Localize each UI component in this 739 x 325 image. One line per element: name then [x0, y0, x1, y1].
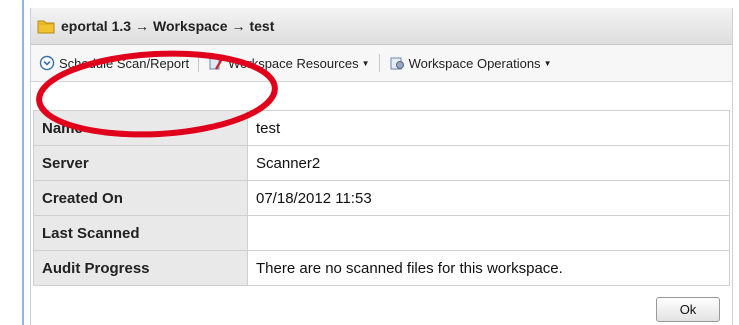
left-frame-rule — [22, 0, 24, 325]
workspace-operations-menu[interactable]: Workspace Operations ▼ — [389, 55, 552, 71]
workspace-operations-label: Workspace Operations — [408, 55, 541, 71]
resources-icon — [208, 55, 224, 71]
workspace-resources-menu[interactable]: Workspace Resources ▼ — [208, 55, 370, 71]
schedule-scan-report-label: Schedule Scan/Report — [59, 55, 190, 71]
breadcrumb-item-workspace[interactable]: Workspace — [153, 18, 227, 34]
caret-down-icon: ▼ — [361, 58, 370, 68]
caret-down-icon: ▼ — [543, 58, 552, 68]
toolbar: Schedule Scan/Report Workspace Resources… — [31, 45, 732, 82]
detail-value-last-scanned — [247, 215, 730, 251]
workspace-resources-label: Workspace Resources — [228, 55, 359, 71]
table-row: Server Scanner2 — [33, 145, 730, 181]
toolbar-separator — [378, 54, 380, 72]
detail-label-created-on: Created On — [33, 180, 248, 216]
table-row: Name test — [33, 110, 730, 146]
breadcrumb-item-current: test — [249, 18, 275, 34]
detail-label-audit-progress: Audit Progress — [33, 250, 248, 286]
detail-value-name: test — [247, 110, 730, 146]
folder-icon — [37, 18, 55, 34]
detail-label-name: Name — [33, 110, 248, 146]
detail-label-server: Server — [33, 145, 248, 181]
detail-value-server: Scanner2 — [247, 145, 730, 181]
breadcrumb-separator: → — [231, 18, 246, 34]
schedule-icon — [39, 55, 55, 71]
breadcrumb-item-eportal[interactable]: eportal 1.3 — [61, 18, 131, 34]
ok-button[interactable]: Ok — [656, 297, 720, 322]
table-row: Last Scanned — [33, 215, 730, 251]
workspace-panel: eportal 1.3 → Workspace → test Schedule … — [30, 8, 733, 325]
table-row: Audit Progress There are no scanned file… — [33, 250, 730, 286]
breadcrumb-separator: → — [135, 18, 150, 34]
workspace-details-table: Name test Server Scanner2 Created On 07/… — [33, 110, 730, 286]
detail-value-created-on: 07/18/2012 11:53 — [247, 180, 730, 216]
detail-label-last-scanned: Last Scanned — [33, 215, 248, 251]
schedule-scan-report-button[interactable]: Schedule Scan/Report — [39, 55, 189, 71]
table-row: Created On 07/18/2012 11:53 — [33, 180, 730, 216]
detail-value-audit-progress: There are no scanned files for this work… — [247, 250, 730, 286]
operations-icon — [389, 55, 405, 71]
toolbar-separator — [198, 54, 200, 72]
breadcrumb: eportal 1.3 → Workspace → test — [31, 8, 732, 45]
